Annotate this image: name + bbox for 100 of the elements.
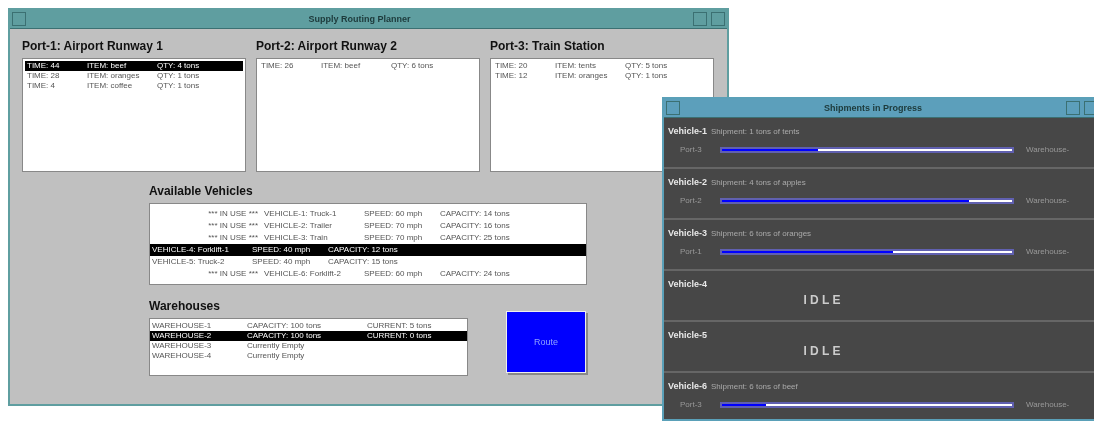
vehicle-speed: SPEED: 70 mph xyxy=(364,232,424,244)
vehicle-name: VEHICLE-2: Trailer xyxy=(264,220,334,232)
order-quantity: QTY: 6 tons xyxy=(391,61,434,71)
idle-status: I D L E xyxy=(803,344,841,358)
order-item[interactable]: TIME: 28 ITEM: oranges QTY: 1 tons xyxy=(25,71,243,81)
vehicle-item[interactable]: VEHICLE-5: Truck-2 SPEED: 40 mph CAPACITY: 15 tons xyxy=(150,256,586,268)
vehicle-name: VEHICLE-1: Truck-1 xyxy=(264,208,338,220)
warehouse-current: CURRENT: 0 tons xyxy=(367,331,432,341)
order-time: TIME: 28 xyxy=(27,71,61,81)
minimize-button[interactable] xyxy=(1066,101,1080,115)
vehicle-capacity: CAPACITY: 14 tons xyxy=(440,208,510,220)
order-item-name: ITEM: coffee xyxy=(87,81,134,91)
vehicle-item[interactable]: *** IN USE *** VEHICLE-6: Forklift-2 SPEED: 60 mph CAPACITY: 24 tons xyxy=(150,268,586,280)
order-list[interactable]: TIME: 44 ITEM: beef QTY: 4 tons TIME: 28 ITEM: oranges QTY: 1 tons TIME: 4 ITEM: coffee QTY: 1 tons xyxy=(22,58,246,172)
order-quantity: QTY: 5 tons xyxy=(625,61,668,71)
order-item[interactable]: TIME: 4 ITEM: coffee QTY: 1 tons xyxy=(25,81,243,91)
warehouse-capacity: Currently Empty xyxy=(247,341,306,351)
order-item-name: ITEM: oranges xyxy=(555,71,609,81)
vehicle-capacity: CAPACITY: 24 tons xyxy=(440,268,510,280)
order-item[interactable]: TIME: 12 ITEM: oranges QTY: 1 tons xyxy=(493,71,711,81)
shipment-text: Shipment: 6 tons of beef xyxy=(711,382,798,391)
vehicle-capacity: CAPACITY: 12 tons xyxy=(328,244,398,256)
order-item-name: ITEM: beef xyxy=(87,61,128,71)
vehicle-capacity: CAPACITY: 16 tons xyxy=(440,220,510,232)
section-title: Warehouses xyxy=(149,299,220,313)
origin-label: Port-3 xyxy=(679,400,703,409)
warehouse-capacity: CAPACITY: 100 tons xyxy=(247,321,323,331)
order-quantity: QTY: 1 tons xyxy=(157,71,200,81)
origin-label: Port-3 xyxy=(679,145,703,154)
destination-label: Warehouse- xyxy=(1026,145,1070,154)
order-item-name: ITEM: tents xyxy=(555,61,597,71)
warehouse-name: WAREHOUSE-2 xyxy=(152,331,213,341)
shipment-text: Shipment: 1 tons of tents xyxy=(711,127,800,136)
vehicle-item[interactable]: *** IN USE *** VEHICLE-3: Train SPEED: 70 mph CAPACITY: 25 tons xyxy=(150,232,586,244)
section-title: Available Vehicles xyxy=(149,184,253,198)
idle-status: I D L E xyxy=(803,293,841,307)
vehicle-capacity: CAPACITY: 15 tons xyxy=(328,256,398,268)
vehicle-name: Vehicle-5 xyxy=(668,330,708,340)
maximize-button[interactable] xyxy=(711,12,725,26)
vehicle-item[interactable]: VEHICLE-4: Forklift-1 SPEED: 40 mph CAPACITY: 12 tons xyxy=(150,244,586,256)
warehouse-name: WAREHOUSE-3 xyxy=(152,341,213,351)
warehouse-name: WAREHOUSE-1 xyxy=(152,321,213,331)
window-menu-button[interactable] xyxy=(666,101,680,115)
vehicle-capacity: CAPACITY: 25 tons xyxy=(440,232,510,244)
vehicle-name: VEHICLE-4: Forklift-1 xyxy=(152,244,230,256)
vehicle-list[interactable] xyxy=(149,203,587,285)
order-item[interactable]: TIME: 44 ITEM: beef QTY: 4 tons xyxy=(25,61,243,71)
order-time: TIME: 12 xyxy=(495,71,529,81)
vehicle-speed: SPEED: 40 mph xyxy=(252,244,312,256)
shipment-text: Shipment: 6 tons of oranges xyxy=(711,229,812,238)
vehicle-name: Vehicle-4 xyxy=(668,279,708,289)
warehouse-item[interactable]: WAREHOUSE-4 Currently Empty xyxy=(150,351,467,361)
port-title: Port-3: Train Station xyxy=(490,39,605,53)
vehicle-name: Vehicle-1 xyxy=(668,126,708,136)
vehicle-item[interactable]: *** IN USE *** VEHICLE-2: Trailer SPEED: 70 mph CAPACITY: 16 tons xyxy=(150,220,586,232)
order-time: TIME: 20 xyxy=(495,61,529,71)
vehicle-name: Vehicle-3 xyxy=(668,228,708,238)
vehicle-name: VEHICLE-6: Forklift-2 xyxy=(264,268,342,280)
window-menu-button[interactable] xyxy=(12,12,26,26)
vehicle-speed: SPEED: 60 mph xyxy=(364,208,424,220)
origin-label: Port-2 xyxy=(679,196,703,205)
route-button[interactable]: Route xyxy=(506,311,586,373)
warehouse-capacity: CAPACITY: 100 tons xyxy=(247,331,323,341)
destination-label: Warehouse- xyxy=(1026,247,1070,256)
order-list[interactable]: TIME: 26 ITEM: beef QTY: 6 tons xyxy=(256,58,480,172)
order-item[interactable]: TIME: 26 ITEM: beef QTY: 6 tons xyxy=(259,61,477,71)
order-time: TIME: 44 xyxy=(27,61,61,71)
order-item-name: ITEM: oranges xyxy=(87,71,141,81)
warehouse-item[interactable]: WAREHOUSE-2 CAPACITY: 100 tons CURRENT: 0 tons xyxy=(150,331,467,341)
minimize-button[interactable] xyxy=(693,12,707,26)
warehouse-item[interactable]: WAREHOUSE-1 CAPACITY: 100 tons CURRENT: 5 tons xyxy=(150,321,467,331)
warehouse-capacity: Currently Empty xyxy=(247,351,306,361)
vehicle-speed: SPEED: 60 mph xyxy=(364,268,424,280)
window-title: Shipments in Progress xyxy=(823,103,923,113)
vehicle-name: Vehicle-6 xyxy=(668,381,708,391)
order-quantity: QTY: 1 tons xyxy=(157,81,200,91)
shipment-text: Shipment: 4 tons of apples xyxy=(711,178,806,187)
vehicle-name: VEHICLE-5: Truck-2 xyxy=(152,256,226,268)
order-time: TIME: 26 xyxy=(261,61,295,71)
warehouse-item[interactable]: WAREHOUSE-3 Currently Empty xyxy=(150,341,467,351)
vehicle-speed: SPEED: 70 mph xyxy=(364,220,424,232)
vehicle-speed: SPEED: 40 mph xyxy=(252,256,312,268)
in-use-label: *** IN USE *** xyxy=(207,268,259,280)
in-use-label: *** IN USE *** xyxy=(207,232,259,244)
port-title: Port-2: Airport Runway 2 xyxy=(256,39,397,53)
vehicle-item[interactable]: *** IN USE *** VEHICLE-1: Truck-1 SPEED: 60 mph CAPACITY: 14 tons xyxy=(150,208,586,220)
warehouse-current: CURRENT: 5 tons xyxy=(367,321,432,331)
order-quantity: QTY: 1 tons xyxy=(625,71,668,81)
origin-label: Port-1 xyxy=(679,247,703,256)
in-use-label: *** IN USE *** xyxy=(207,208,259,220)
vehicle-name: Vehicle-2 xyxy=(668,177,708,187)
order-item[interactable]: TIME: 20 ITEM: tents QTY: 5 tons xyxy=(493,61,711,71)
window-title: Supply Routing Planner xyxy=(307,14,412,24)
order-item-name: ITEM: beef xyxy=(321,61,362,71)
in-use-label: *** IN USE *** xyxy=(207,220,259,232)
destination-label: Warehouse- xyxy=(1026,196,1070,205)
warehouse-list[interactable]: WAREHOUSE-1 CAPACITY: 100 tons CURRENT: 5 tons WAREHOUSE-2 CAPACITY: 100 tons CURRENT: 0 tons WAREHOUSE-3 Currently Empty WAREHOUSE-4 Currently Empty xyxy=(149,318,468,376)
order-quantity: QTY: 4 tons xyxy=(157,61,200,71)
port-title: Port-1: Airport Runway 1 xyxy=(22,39,163,53)
maximize-button[interactable] xyxy=(1084,101,1094,115)
